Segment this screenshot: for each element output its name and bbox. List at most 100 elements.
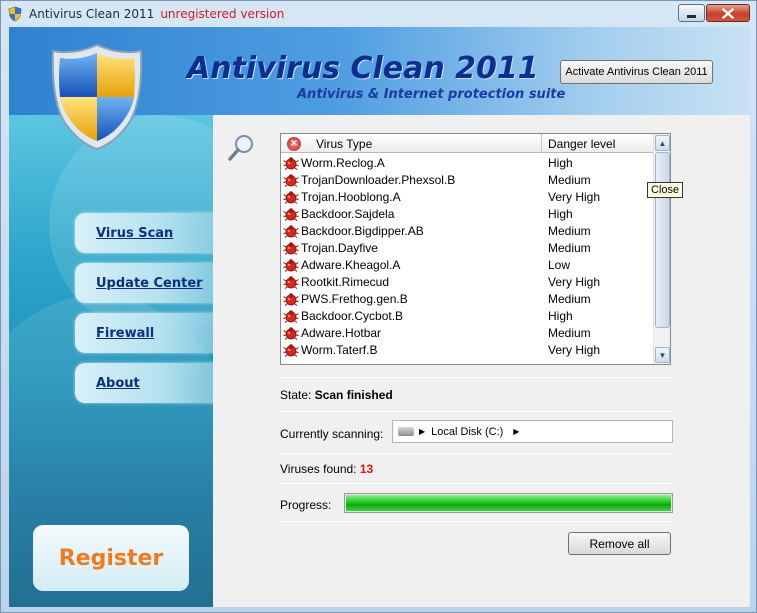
- table-row[interactable]: TrojanDownloader.Phexsol.B Medium: [281, 171, 654, 188]
- chevron-right-icon: ▶: [513, 427, 520, 436]
- scanning-path-box: ▶ Local Disk (C:) ▶: [392, 420, 673, 443]
- scroll-up-button[interactable]: ▲: [655, 135, 670, 151]
- progress-bar: [344, 493, 673, 513]
- close-button[interactable]: [706, 4, 750, 22]
- divider: [280, 483, 672, 484]
- window-title: Antivirus Clean 2011: [29, 7, 155, 21]
- virus-name-cell: PWS.Frethog.gen.B: [281, 292, 547, 306]
- virus-name-cell: Backdoor.Cycbot.B: [281, 309, 547, 323]
- bug-icon: [283, 241, 299, 255]
- table-row[interactable]: Trojan.Hooblong.A Very High: [281, 188, 654, 205]
- virus-name-cell: Worm.Taterf.B: [281, 343, 547, 357]
- found-count: 13: [359, 462, 374, 476]
- virus-name-cell: Adware.Hotbar: [281, 326, 547, 340]
- bug-icon: [283, 309, 299, 323]
- bug-icon: [283, 190, 299, 204]
- remove-all-button[interactable]: Remove all: [568, 532, 671, 555]
- virus-name: Backdoor.Cycbot.B: [301, 308, 404, 323]
- sidebar-item-label: Update Center: [96, 275, 203, 291]
- danger-level-cell: Medium: [548, 291, 591, 306]
- divider: [280, 521, 672, 522]
- table-row[interactable]: PWS.Frethog.gen.B Medium: [281, 290, 654, 307]
- scanning-label: Currently scanning:: [280, 427, 384, 441]
- danger-level-cell: Medium: [548, 240, 591, 255]
- window-controls: [678, 4, 750, 22]
- column-header-label: Virus Type: [316, 136, 373, 151]
- danger-level-cell: Low: [548, 257, 571, 272]
- chevron-down-icon: ▼: [658, 350, 667, 360]
- virus-name: Rootkit.Rimecud: [301, 274, 390, 289]
- virus-list[interactable]: ✕ Virus Type Danger level Worm.Reclog.A H…: [280, 133, 671, 365]
- column-header-label: Danger level: [548, 136, 616, 151]
- danger-level-cell: Very High: [548, 274, 601, 289]
- title-bar[interactable]: Antivirus Clean 2011 unregistered versio…: [1, 1, 756, 27]
- progress-label: Progress:: [280, 498, 332, 512]
- magnifier-icon: [228, 135, 253, 161]
- scroll-thumb[interactable]: [655, 152, 670, 328]
- divider: [280, 411, 672, 412]
- shield-logo-icon: [51, 43, 143, 151]
- sidebar-item-label: Firewall: [96, 325, 155, 341]
- table-row[interactable]: Adware.Hotbar Medium: [281, 324, 654, 341]
- table-row[interactable]: Backdoor.Sajdela High: [281, 205, 654, 222]
- chevron-up-icon: ▲: [658, 138, 667, 148]
- activate-button[interactable]: Activate Antivirus Clean 2011: [560, 60, 713, 84]
- virus-name: PWS.Frethog.gen.B: [301, 291, 408, 306]
- table-row[interactable]: Backdoor.Bigdipper.AB Medium: [281, 222, 654, 239]
- virus-name: TrojanDownloader.Phexsol.B: [301, 172, 456, 187]
- close-tooltip: Close: [647, 182, 684, 198]
- column-header-virus-type[interactable]: ✕ Virus Type: [281, 134, 542, 153]
- register-label: Register: [58, 545, 164, 571]
- danger-level-cell: Medium: [548, 325, 591, 340]
- column-header-danger-level[interactable]: Danger level: [542, 134, 654, 153]
- bug-icon: [283, 292, 299, 306]
- app-window: Antivirus Clean 2011 unregistered versio…: [0, 0, 757, 613]
- bug-icon: [283, 343, 299, 357]
- state-label: State:: [280, 388, 312, 402]
- danger-level-cell: Very High: [548, 189, 601, 204]
- bug-icon: [283, 326, 299, 340]
- sidebar-item-firewall[interactable]: Firewall: [75, 313, 213, 353]
- sidebar-item-label: About: [96, 375, 140, 391]
- scroll-down-button[interactable]: ▼: [655, 347, 670, 363]
- danger-level-cell: High: [548, 308, 573, 323]
- virus-name: Worm.Reclog.A: [301, 155, 385, 170]
- table-row[interactable]: Worm.Taterf.B Very High: [281, 341, 654, 358]
- bug-icon: [283, 258, 299, 272]
- app-title: Antivirus Clean 2011: [187, 51, 539, 86]
- table-row[interactable]: Worm.Reclog.A High: [281, 154, 654, 171]
- bug-icon: [283, 156, 299, 170]
- virus-name-cell: Trojan.Dayfive: [281, 241, 547, 255]
- app-subtitle: Antivirus & Internet protection suite: [297, 87, 566, 102]
- state-value: Scan finished: [314, 388, 393, 402]
- progress-fill: [346, 495, 671, 511]
- virus-name-cell: Adware.Kheagol.A: [281, 258, 547, 272]
- shield-icon: [8, 6, 22, 22]
- hard-drive-icon: [398, 427, 414, 436]
- table-row[interactable]: Rootkit.Rimecud Very High: [281, 273, 654, 290]
- bug-icon: [283, 275, 299, 289]
- table-row[interactable]: Backdoor.Cycbot.B High: [281, 307, 654, 324]
- state-row: State: Scan finished: [280, 388, 393, 402]
- virus-name: Worm.Taterf.B: [301, 342, 378, 357]
- minimize-icon: [687, 15, 696, 18]
- danger-level-cell: High: [548, 206, 573, 221]
- danger-level-cell: Medium: [548, 223, 591, 238]
- virus-name: Backdoor.Sajdela: [301, 206, 395, 221]
- virus-alert-icon: ✕: [287, 136, 301, 151]
- register-button[interactable]: Register: [33, 525, 189, 591]
- sidebar-item-virus-scan[interactable]: Virus Scan: [75, 213, 213, 253]
- sidebar-item-update-center[interactable]: Update Center: [75, 263, 213, 303]
- list-header: ✕ Virus Type Danger level: [281, 134, 654, 153]
- sidebar-item-about[interactable]: About: [75, 363, 213, 403]
- table-row[interactable]: Trojan.Dayfive Medium: [281, 239, 654, 256]
- vertical-scrollbar[interactable]: ▲ ▼: [653, 134, 670, 364]
- divider: [280, 453, 672, 454]
- bug-icon: [283, 173, 299, 187]
- sidebar-item-label: Virus Scan: [96, 225, 174, 241]
- minimize-button[interactable]: [678, 4, 705, 22]
- table-row[interactable]: Adware.Kheagol.A Low: [281, 256, 654, 273]
- danger-level-cell: Very High: [548, 342, 601, 357]
- chevron-right-icon: ▶: [419, 427, 426, 436]
- danger-level-cell: Medium: [548, 172, 591, 187]
